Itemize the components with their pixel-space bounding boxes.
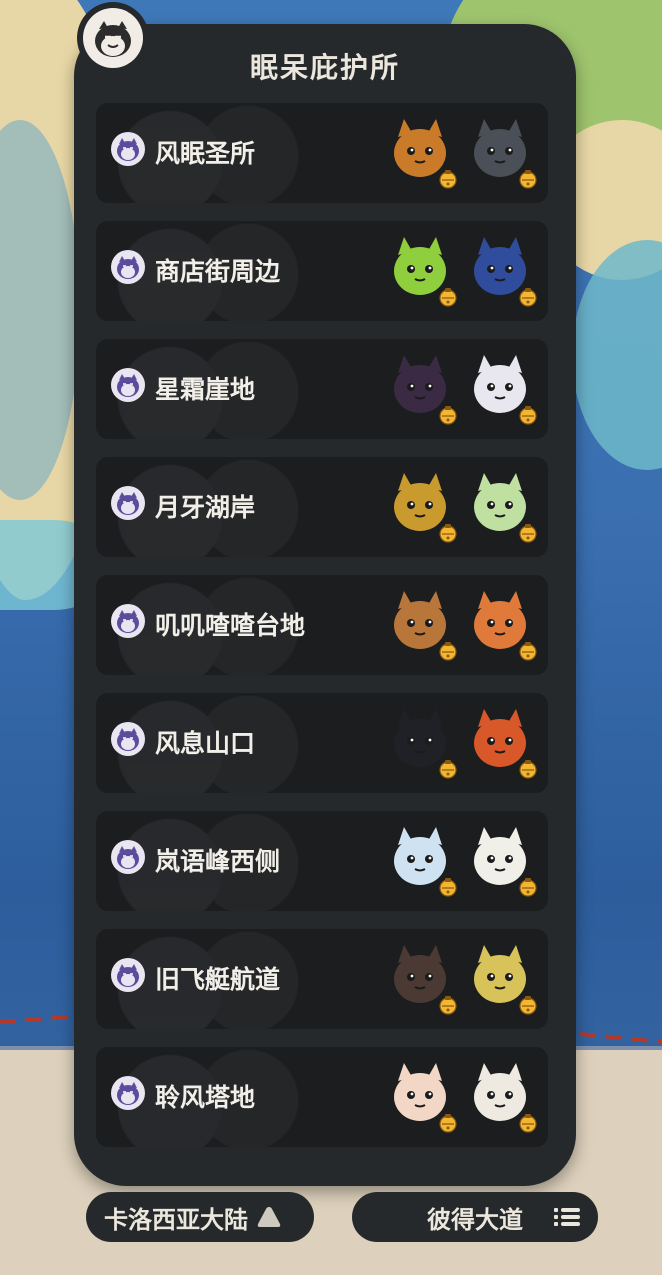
bell-icon (438, 405, 458, 425)
yellow-bird-pokemon (466, 941, 537, 1015)
bell-icon (438, 995, 458, 1015)
snorlax-icon (111, 1076, 145, 1110)
location-list: 风眠圣所商店街周边星霜崖地月牙湖岸叽叽喳喳台地 风息山口岚语峰西侧旧飞艇航道聆风塔… (96, 103, 548, 1165)
dark-fox-pokemon (466, 115, 537, 189)
location-card[interactable]: 商店街周边 (96, 221, 548, 321)
snorlax-icon (111, 132, 145, 166)
location-card[interactable]: 星霜崖地 (96, 339, 548, 439)
location-label: 风眠圣所 (155, 139, 256, 168)
snorlax-icon (111, 604, 145, 638)
snorlax-icon (111, 250, 145, 284)
black-cat-pokemon (386, 705, 457, 779)
orange-rock-pokemon (386, 115, 457, 189)
location-card[interactable]: 岚语峰西侧 (96, 811, 548, 911)
bell-icon (518, 641, 538, 661)
location-card[interactable]: 风息山口 (96, 693, 548, 793)
bell-icon (518, 877, 538, 897)
green-cat-pokemon (386, 233, 457, 307)
dark-ghost-pokemon (386, 351, 457, 425)
region-selector-button[interactable]: 卡洛西亚大陆 (86, 1192, 314, 1242)
bell-icon (518, 287, 538, 307)
orange-robot-pokemon (466, 587, 537, 661)
bell-icon (518, 405, 538, 425)
gold-treasure-pokemon (386, 469, 457, 543)
bell-icon (518, 523, 538, 543)
bell-icon (438, 287, 458, 307)
dark-ball-pokemon (386, 941, 457, 1015)
list-icon (554, 1208, 580, 1226)
bell-icon (438, 523, 458, 543)
snorlax-icon (111, 840, 145, 874)
blue-bird-pokemon (466, 233, 537, 307)
bell-icon (438, 877, 458, 897)
location-label: 聆风塔地 (155, 1083, 256, 1112)
route-label: 彼得大道 (427, 1205, 523, 1234)
fluffy-rabbit-pokemon (386, 1059, 457, 1133)
bell-icon (518, 995, 538, 1015)
snorlax-icon (111, 486, 145, 520)
brown-monkey-pokemon (386, 587, 457, 661)
white-fluffy-pokemon (466, 351, 537, 425)
location-card[interactable]: 月牙湖岸 (96, 457, 548, 557)
bell-icon (438, 641, 458, 661)
location-card[interactable]: 叽叽喳喳台地 (96, 575, 548, 675)
location-label: 商店街周边 (155, 257, 281, 286)
bell-icon (518, 759, 538, 779)
snorlax-icon (111, 958, 145, 992)
bell-icon (518, 1113, 538, 1133)
location-label: 叽叽喳喳台地 (155, 611, 306, 640)
bell-icon (438, 759, 458, 779)
route-selector-button[interactable]: 彼得大道 (352, 1192, 598, 1242)
location-label: 风息山口 (155, 729, 256, 758)
location-label: 月牙湖岸 (155, 493, 256, 522)
location-card[interactable]: 旧飞艇航道 (96, 929, 548, 1029)
green-bird-pokemon (466, 469, 537, 543)
page-title: 眠呆庇护所 (249, 51, 400, 84)
location-label: 旧飞艇航道 (155, 965, 281, 994)
bell-icon (518, 169, 538, 189)
location-card[interactable]: 聆风塔地 (96, 1047, 548, 1147)
bell-icon (438, 169, 458, 189)
bell-icon (438, 1113, 458, 1133)
white-skull-pokemon (466, 1059, 537, 1133)
location-card[interactable]: 风眠圣所 (96, 103, 548, 203)
location-label: 星霜崖地 (155, 375, 256, 404)
white-dragon-pokemon (386, 823, 457, 897)
region-label: 卡洛西亚大陆 (104, 1205, 248, 1234)
mountain-icon (257, 1207, 281, 1227)
location-label: 岚语峰西侧 (155, 847, 281, 876)
orange-flame-pokemon (466, 705, 537, 779)
snorlax-icon (111, 722, 145, 756)
snorlax-icon (111, 368, 145, 402)
white-bulb-pokemon (466, 823, 537, 897)
